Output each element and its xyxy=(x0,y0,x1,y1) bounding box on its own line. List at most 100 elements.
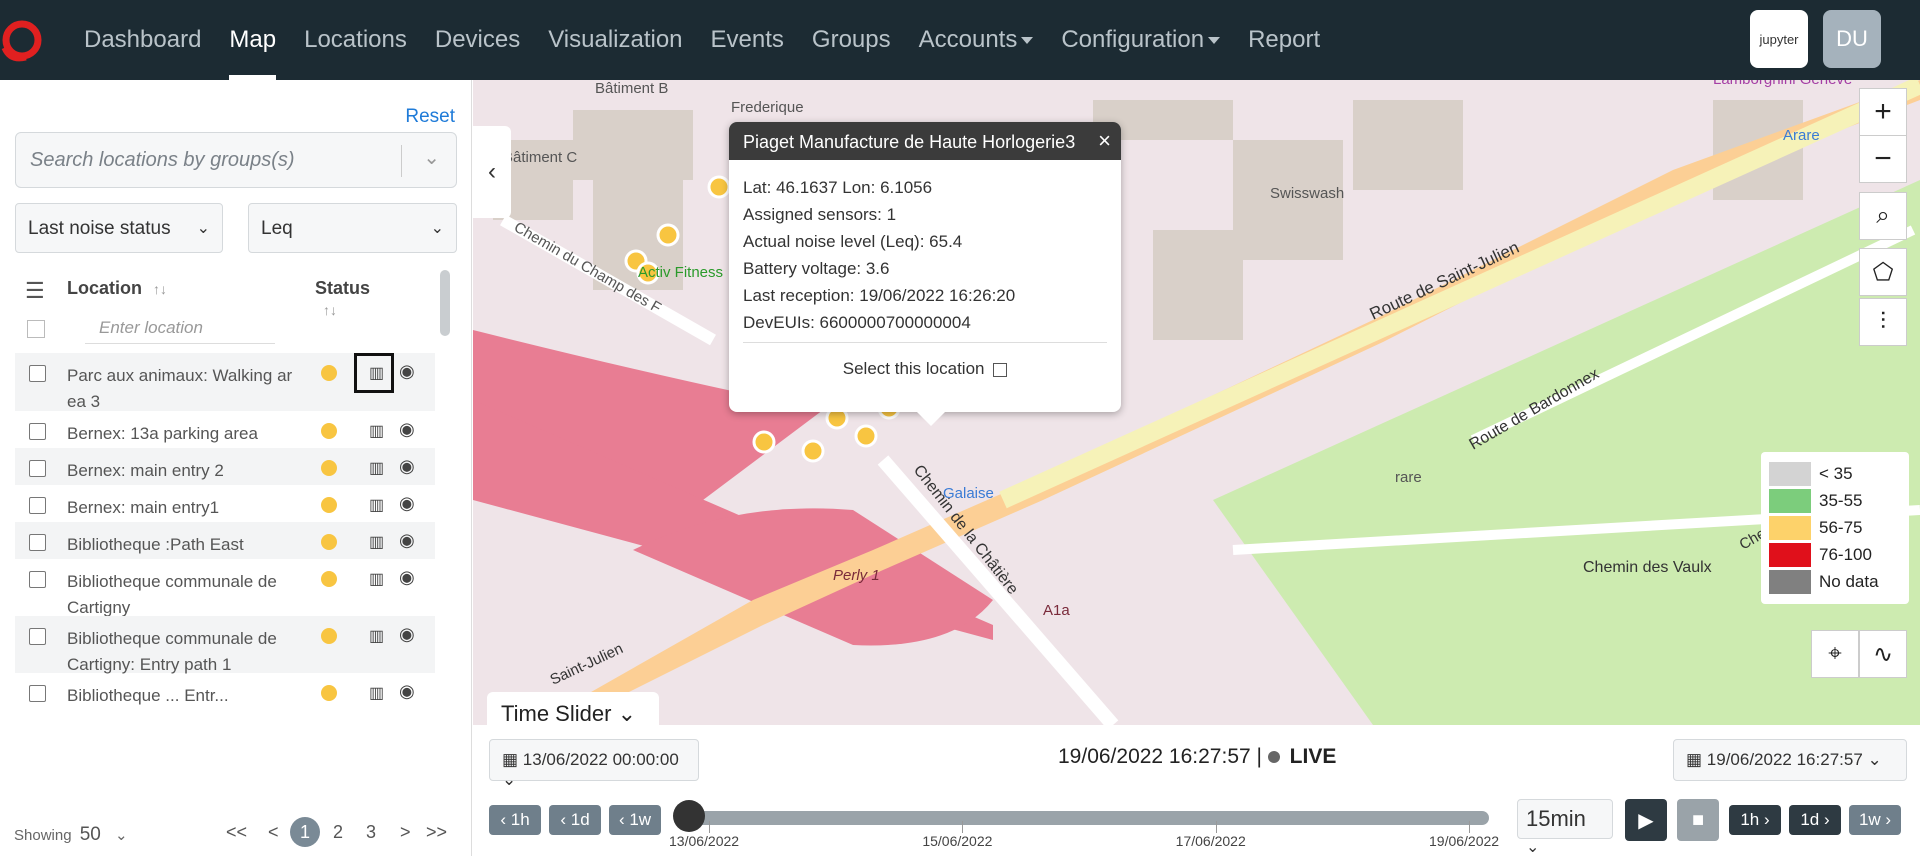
nav-item-locations[interactable]: Locations xyxy=(290,0,421,80)
chart-icon[interactable]: ▥ xyxy=(369,495,384,515)
location-row[interactable]: Parc aux animaux: Walking ar ea 3 ▥ ◉ xyxy=(15,353,435,411)
zoom-in-button[interactable]: + xyxy=(1859,88,1907,136)
popup-divider xyxy=(743,342,1107,343)
page-3-button[interactable]: 3 xyxy=(366,822,376,843)
legend-label: 35-55 xyxy=(1819,490,1863,510)
nav-item-events[interactable]: Events xyxy=(697,0,798,80)
stop-button[interactable]: ■ xyxy=(1677,799,1719,841)
page-2-button[interactable]: 2 xyxy=(333,822,343,843)
chart-icon[interactable]: ▥ xyxy=(369,532,384,552)
start-date-picker[interactable]: ▦ 13/06/2022 00:00:00 ⌄ xyxy=(489,739,699,789)
location-row[interactable]: Bernex: main entry 2 ▥ ◉ xyxy=(15,448,435,485)
select-all-checkbox[interactable] xyxy=(27,320,45,338)
status-select[interactable]: Last noise status ⌄ xyxy=(15,203,223,253)
row-checkbox[interactable] xyxy=(29,365,46,382)
play-button[interactable]: ▶ xyxy=(1625,799,1667,841)
nav-item-dashboard[interactable]: Dashboard xyxy=(70,0,215,80)
chart-icon[interactable]: ▥ xyxy=(369,626,384,646)
location-column-header[interactable]: Location ↑↓ xyxy=(67,278,167,299)
row-checkbox[interactable] xyxy=(29,628,46,645)
select-location-row[interactable]: Select this location xyxy=(743,355,1107,382)
close-icon[interactable]: × xyxy=(1098,128,1111,154)
time-slider-handle[interactable] xyxy=(673,800,705,832)
row-checkbox[interactable] xyxy=(29,534,46,551)
nav-item-visualization[interactable]: Visualization xyxy=(534,0,696,80)
sort-icon[interactable]: ↑↓ xyxy=(153,281,167,297)
chart-icon[interactable]: ▥ xyxy=(369,363,384,383)
location-row[interactable]: Bibliotheque ... Entr... ▥ ◉ xyxy=(15,673,435,713)
nav-item-accounts[interactable]: Accounts xyxy=(905,0,1048,80)
popup-deveuis: DevEUIs: 6600000700000004 xyxy=(743,313,971,332)
jupyter-button[interactable]: jupyter xyxy=(1750,10,1808,68)
location-row[interactable]: Bernex: main entry1 ▥ ◉ xyxy=(15,485,435,522)
location-filter-input[interactable]: Enter location xyxy=(85,310,275,344)
first-page-button[interactable]: << xyxy=(226,822,247,843)
app-logo[interactable] xyxy=(0,18,48,66)
sort-icon[interactable]: ↑↓ xyxy=(323,302,337,318)
forward-1d-button[interactable]: 1d › xyxy=(1789,805,1841,835)
prev-page-button[interactable]: < xyxy=(268,822,279,843)
time-slider-track[interactable] xyxy=(689,811,1489,825)
back-1w-button[interactable]: ‹ 1w xyxy=(609,805,661,835)
nav-item-report[interactable]: Report xyxy=(1234,0,1334,80)
interval-select[interactable]: 15min ⌄ xyxy=(1517,799,1613,856)
forward-1h-button[interactable]: 1h › xyxy=(1729,805,1781,835)
back-1d-button[interactable]: ‹ 1d xyxy=(549,805,601,835)
location-row[interactable]: Bernex: 13a parking area ▥ ◉ xyxy=(15,411,435,448)
chevron-down-icon[interactable]: ⌄ xyxy=(423,145,440,170)
chart-icon[interactable]: ▥ xyxy=(369,569,384,589)
eye-icon[interactable]: ◉ xyxy=(399,681,415,702)
location-row[interactable]: Bibliotheque :Path East ▥ ◉ xyxy=(15,522,435,559)
row-checkbox[interactable] xyxy=(29,423,46,440)
select-location-checkbox[interactable] xyxy=(993,362,1008,377)
time-slider-toggle[interactable]: Time Slider ⌄ xyxy=(487,692,659,734)
add-location-icon[interactable]: ⌖ xyxy=(1811,630,1859,678)
nav-item-label: Map xyxy=(229,26,277,53)
legend-swatch xyxy=(1769,461,1811,486)
end-date-picker[interactable]: ▦ 19/06/2022 16:27:57 ⌄ xyxy=(1673,739,1907,781)
row-checkbox[interactable] xyxy=(29,685,46,702)
location-row[interactable]: Bibliotheque communale de Cartigny: Entr… xyxy=(15,616,435,674)
reset-link[interactable]: Reset xyxy=(405,106,455,128)
nav-item-configuration[interactable]: Configuration xyxy=(1047,0,1234,80)
nav-item-label: Events xyxy=(710,26,784,53)
row-checkbox[interactable] xyxy=(29,460,46,477)
status-column-header[interactable]: Status ↑↓ xyxy=(315,278,370,320)
eye-icon[interactable]: ◉ xyxy=(399,456,415,477)
polygon-select-icon[interactable]: ⬠ xyxy=(1859,248,1907,296)
nav-item-groups[interactable]: Groups xyxy=(798,0,905,80)
map-view[interactable]: Bâtiment B Frederique Bâtiment C Swisswa… xyxy=(473,80,1920,725)
row-checkbox[interactable] xyxy=(29,497,46,514)
collapse-sidebar-button[interactable]: ‹ xyxy=(473,126,511,218)
column-settings-icon[interactable]: ☰ xyxy=(25,278,45,304)
list-scrollbar[interactable] xyxy=(440,270,450,336)
page-1-button[interactable]: 1 xyxy=(290,817,320,847)
user-avatar[interactable]: DU xyxy=(1823,10,1881,68)
eye-icon[interactable]: ◉ xyxy=(399,530,415,551)
forward-1w-button[interactable]: 1w › xyxy=(1849,805,1901,835)
heatmap-toggle-icon[interactable]: ∿ xyxy=(1859,630,1907,678)
back-1h-button[interactable]: ‹ 1h xyxy=(489,805,541,835)
last-page-button[interactable]: >> xyxy=(426,822,447,843)
eye-icon[interactable]: ◉ xyxy=(399,493,415,514)
chart-icon[interactable]: ▥ xyxy=(369,421,384,441)
nav-item-devices[interactable]: Devices xyxy=(421,0,534,80)
caret-down-icon xyxy=(1021,37,1034,45)
eye-icon[interactable]: ◉ xyxy=(399,567,415,588)
zoom-out-button[interactable]: − xyxy=(1859,135,1907,183)
nav-item-map[interactable]: Map xyxy=(215,0,290,80)
search-icon[interactable]: ⌕ xyxy=(1859,192,1907,240)
page-size-selector[interactable]: Showing 50 ⌄ xyxy=(14,824,128,846)
next-page-button[interactable]: > xyxy=(400,822,411,843)
location-row[interactable]: Bibliotheque communale de Cartigny ▥ ◉ xyxy=(15,559,435,617)
chart-icon[interactable]: ▥ xyxy=(369,683,384,703)
chart-icon[interactable]: ▥ xyxy=(369,458,384,478)
eye-icon[interactable]: ◉ xyxy=(399,361,415,382)
popup-noise-level: Actual noise level (Leq): 65.4 xyxy=(743,232,963,251)
eye-icon[interactable]: ◉ xyxy=(399,419,415,440)
row-checkbox[interactable] xyxy=(29,571,46,588)
metric-select[interactable]: Leq ⌄ xyxy=(248,203,457,253)
eye-icon[interactable]: ◉ xyxy=(399,624,415,645)
filter-sliders-icon[interactable]: ⫶ xyxy=(1859,298,1907,346)
group-search-input[interactable]: Search locations by groups(s) ⌄ xyxy=(15,132,457,188)
